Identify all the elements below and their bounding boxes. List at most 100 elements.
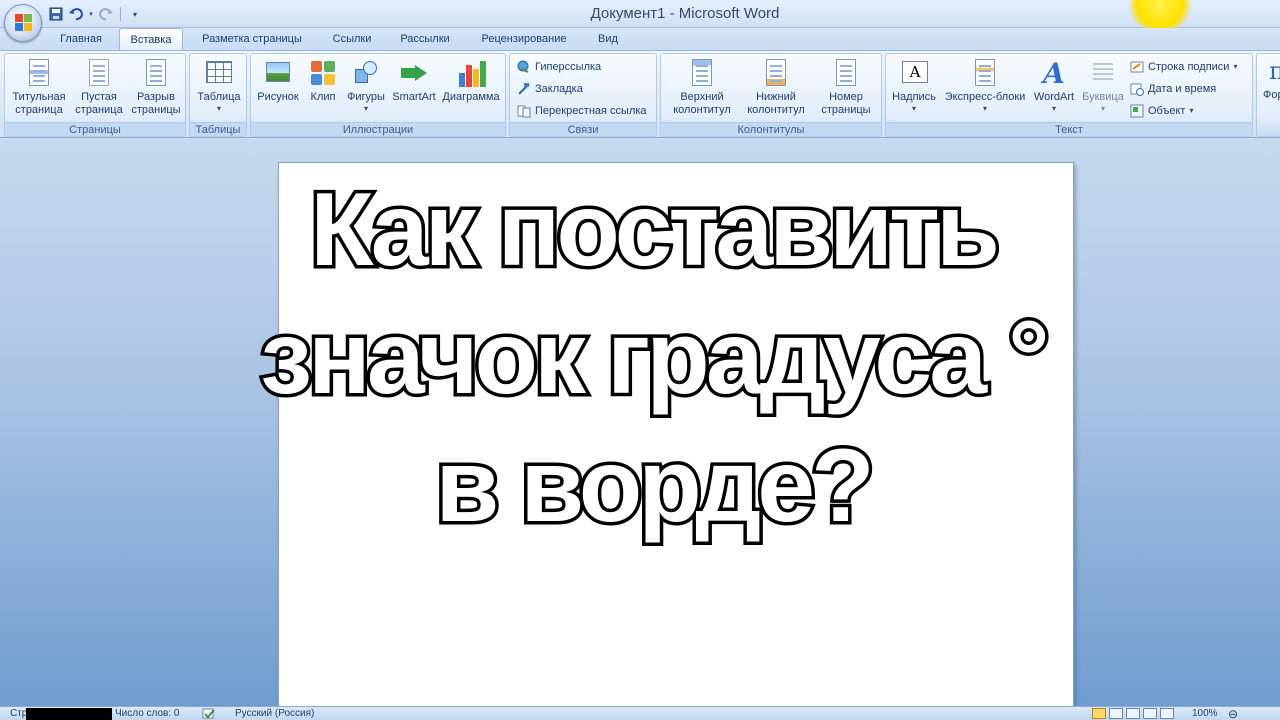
signature-line-icon — [1130, 60, 1144, 74]
textbox-label: Надпись — [892, 91, 936, 103]
group-illustrations-label: Иллюстрации — [251, 122, 505, 136]
quick-parts-icon — [970, 57, 1000, 89]
tab-view[interactable]: Вид — [588, 28, 628, 50]
group-illustrations: Рисунок Клип Фигуры ▾ SmartArt Диаграмма… — [250, 53, 506, 137]
bookmark-icon — [517, 82, 531, 96]
drop-cap-label: Буквица — [1082, 91, 1124, 103]
table-icon — [204, 57, 234, 89]
pi-icon: π — [1269, 57, 1280, 85]
tab-review[interactable]: Рецензирование — [466, 28, 582, 50]
page-break-icon — [141, 57, 171, 89]
quick-parts-label: Экспресс-блоки — [944, 91, 1026, 103]
page-number-button[interactable]: Номер страницы — [813, 57, 879, 117]
textbox-button[interactable]: A Надпись ▾ — [888, 57, 940, 113]
clip-art-icon — [308, 57, 338, 89]
date-time-button[interactable]: Дата и время — [1130, 80, 1216, 98]
table-dropdown-icon: ▾ — [216, 104, 221, 113]
object-icon — [1130, 104, 1144, 118]
status-redaction — [26, 708, 112, 720]
view-buttons — [1092, 708, 1174, 719]
full-screen-reading-icon[interactable] — [1109, 708, 1123, 719]
tab-home[interactable]: Главная — [46, 28, 116, 50]
signature-line-label: Строка подписи — [1148, 61, 1230, 73]
cover-page-icon — [24, 57, 54, 89]
page-indicator[interactable]: Стр — [10, 707, 27, 720]
office-logo-icon — [15, 14, 33, 32]
wordart-button[interactable]: A WordArt ▾ — [1030, 57, 1078, 113]
shapes-button[interactable]: Фигуры ▾ — [343, 57, 389, 113]
table-label: Таблица — [197, 91, 241, 103]
zoom-level[interactable]: 100% — [1192, 707, 1218, 720]
draft-icon[interactable] — [1160, 708, 1174, 719]
footer-button[interactable]: Нижний колонтитул — [739, 57, 813, 117]
page-break-button[interactable]: Разрыв страницы — [127, 57, 185, 117]
date-time-icon — [1130, 82, 1144, 96]
hyperlink-button[interactable]: Гиперссылка — [517, 58, 601, 76]
cross-reference-button[interactable]: Перекрестная ссылка — [517, 102, 647, 120]
outline-icon[interactable] — [1143, 708, 1157, 719]
group-tables-label: Таблицы — [190, 122, 246, 136]
footer-icon — [761, 57, 791, 89]
equation-label: Фор — [1263, 89, 1280, 101]
shapes-label: Фигуры — [347, 91, 385, 103]
object-button[interactable]: Объект ▾ — [1130, 102, 1193, 120]
tab-insert[interactable]: Вставка — [119, 28, 183, 50]
page-break-label: Разрыв страницы — [131, 91, 181, 116]
zoom-out-icon[interactable]: ⊖ — [1228, 707, 1238, 720]
picture-button[interactable]: Рисунок — [255, 57, 301, 104]
cross-reference-icon — [517, 104, 531, 118]
group-header-footer-label: Колонтитулы — [661, 122, 881, 136]
tab-references[interactable]: Ссылки — [322, 28, 382, 50]
web-layout-icon[interactable] — [1126, 708, 1140, 719]
cross-reference-label: Перекрестная ссылка — [535, 105, 647, 117]
signature-line-button[interactable]: Строка подписи ▾ — [1130, 58, 1237, 76]
picture-label: Рисунок — [257, 91, 299, 103]
wordart-label: WordArt — [1033, 91, 1075, 103]
group-symbols: π Фор — [1256, 53, 1280, 137]
smartart-label: SmartArt — [392, 91, 436, 103]
blank-page-icon — [84, 57, 114, 89]
cover-page-label: Титульная страница — [12, 91, 66, 116]
language-indicator[interactable]: Русский (Россия) — [235, 707, 314, 720]
cover-page-button[interactable]: Титульная страница — [9, 57, 69, 117]
textbox-icon: A — [899, 57, 929, 89]
headline-line-1: Как поставить — [307, 169, 1004, 292]
office-button[interactable] — [4, 4, 42, 42]
status-bar: Стр Число слов: 0 Русский (Россия) 100% … — [0, 706, 1280, 720]
group-text: A Надпись ▾ Экспресс-блоки ▾ A WordArt ▾… — [885, 53, 1253, 137]
chart-button[interactable]: Диаграмма — [439, 57, 503, 104]
date-time-label: Дата и время — [1148, 83, 1217, 95]
thumbnail-headline: Как поставить значок градуса ° в ворде? — [0, 166, 1280, 550]
bookmark-button[interactable]: Закладка — [517, 80, 583, 98]
hyperlink-label: Гиперссылка — [535, 61, 602, 73]
textbox-dropdown-icon: ▾ — [911, 104, 916, 113]
clip-art-button[interactable]: Клип — [305, 57, 341, 104]
word-count[interactable]: Число слов: 0 — [115, 707, 179, 720]
page-number-label: Номер страницы — [821, 91, 871, 116]
proofing-icon[interactable] — [202, 708, 216, 720]
header-icon — [687, 57, 717, 89]
group-header-footer: Верхний колонтитул Нижний колонтитул Ном… — [660, 53, 882, 137]
object-dropdown-icon: ▾ — [1189, 106, 1194, 115]
footer-label: Нижний колонтитул — [747, 91, 805, 116]
smartart-button[interactable]: SmartArt — [389, 57, 439, 104]
quick-parts-button[interactable]: Экспресс-блоки ▾ — [940, 57, 1030, 113]
drop-cap-button[interactable]: Буквица ▾ — [1080, 57, 1126, 113]
ribbon-tab-row: Главная Вставка Разметка страницы Ссылки… — [0, 28, 1280, 50]
tab-mailings[interactable]: Рассылки — [390, 28, 460, 50]
header-label: Верхний колонтитул — [673, 91, 731, 116]
blank-page-button[interactable]: Пустая страница — [71, 57, 127, 117]
group-tables: Таблица ▾ Таблицы — [189, 53, 247, 137]
drop-cap-dropdown-icon: ▾ — [1100, 104, 1105, 113]
page-number-icon — [831, 57, 861, 89]
header-button[interactable]: Верхний колонтитул — [665, 57, 739, 117]
print-layout-icon[interactable] — [1092, 708, 1106, 719]
group-pages-label: Страницы — [5, 122, 185, 136]
clip-art-label: Клип — [310, 91, 336, 103]
signature-line-dropdown-icon: ▾ — [1233, 62, 1238, 71]
equation-button[interactable]: π Фор — [1259, 57, 1280, 102]
tab-page-layout[interactable]: Разметка страницы — [190, 28, 314, 50]
headline-line-2: значок градуса ° — [257, 297, 1053, 420]
group-links-label: Связи — [510, 122, 656, 136]
table-button[interactable]: Таблица ▾ — [193, 57, 245, 113]
